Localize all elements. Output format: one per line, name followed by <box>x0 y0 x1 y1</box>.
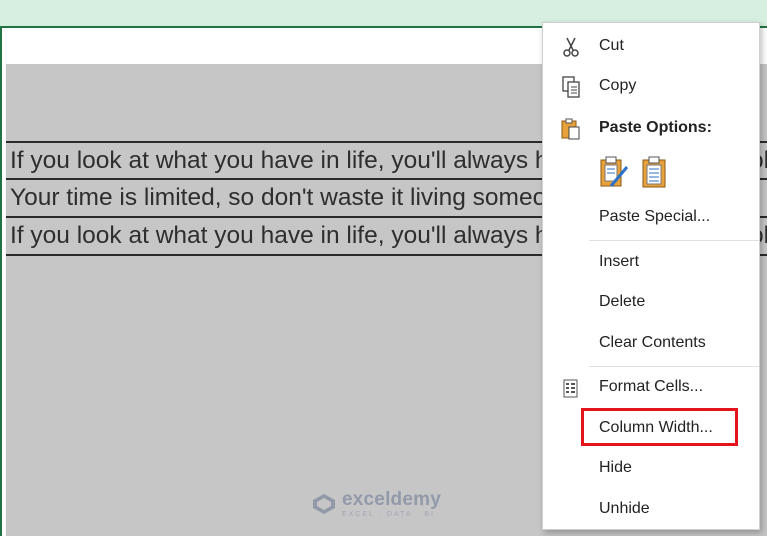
menu-label-hide: Hide <box>599 459 632 476</box>
menu-item-column-width[interactable]: Column Width... <box>543 411 759 445</box>
menu-label-paste-options: Paste Options: <box>599 119 712 136</box>
menu-label-unhide: Unhide <box>599 500 650 517</box>
menu-item-paste-options: Paste Options: <box>543 111 759 145</box>
paste-formatting-icon[interactable] <box>599 155 631 189</box>
menu-label-insert: Insert <box>599 253 640 270</box>
context-menu: Cut Copy Paste Options: Paste Special...… <box>542 22 760 530</box>
menu-item-clear-contents[interactable]: Clear Contents <box>543 326 759 360</box>
menu-item-cut[interactable]: Cut <box>543 29 759 63</box>
watermark-tagline: EXCEL · DATA · BI <box>342 511 435 518</box>
scissors-icon <box>563 37 579 57</box>
clipboard-icon <box>561 118 580 140</box>
watermark-name: exceldemy <box>342 489 441 510</box>
menu-label-delete: Delete <box>599 293 646 310</box>
menu-label-format-cells: Format Cells... <box>599 378 704 395</box>
menu-item-hide[interactable]: Hide <box>543 451 759 485</box>
menu-item-format-cells[interactable]: Format Cells... <box>543 370 759 404</box>
menu-item-paste-special[interactable]: Paste Special... <box>543 200 759 234</box>
menu-label-paste-special: Paste Special... <box>599 208 711 225</box>
copy-icon <box>562 76 580 98</box>
menu-item-unhide[interactable]: Unhide <box>543 492 759 526</box>
exceldemy-logo-icon <box>313 494 335 514</box>
menu-label-clear-contents: Clear Contents <box>599 334 706 351</box>
menu-label-copy: Copy <box>599 77 637 94</box>
menu-item-delete[interactable]: Delete <box>543 285 759 319</box>
menu-item-insert[interactable]: Insert <box>543 245 759 279</box>
menu-label-cut: Cut <box>599 37 624 54</box>
menu-separator <box>589 366 759 367</box>
format-cells-icon <box>563 379 578 398</box>
menu-item-copy[interactable]: Copy <box>543 69 759 103</box>
exceldemy-watermark: exceldemy EXCEL · DATA · BI <box>312 488 454 520</box>
paste-values-icon[interactable] <box>641 155 669 189</box>
menu-label-column-width: Column Width... <box>599 419 713 436</box>
paste-options-group <box>599 155 679 191</box>
menu-separator <box>589 240 759 241</box>
